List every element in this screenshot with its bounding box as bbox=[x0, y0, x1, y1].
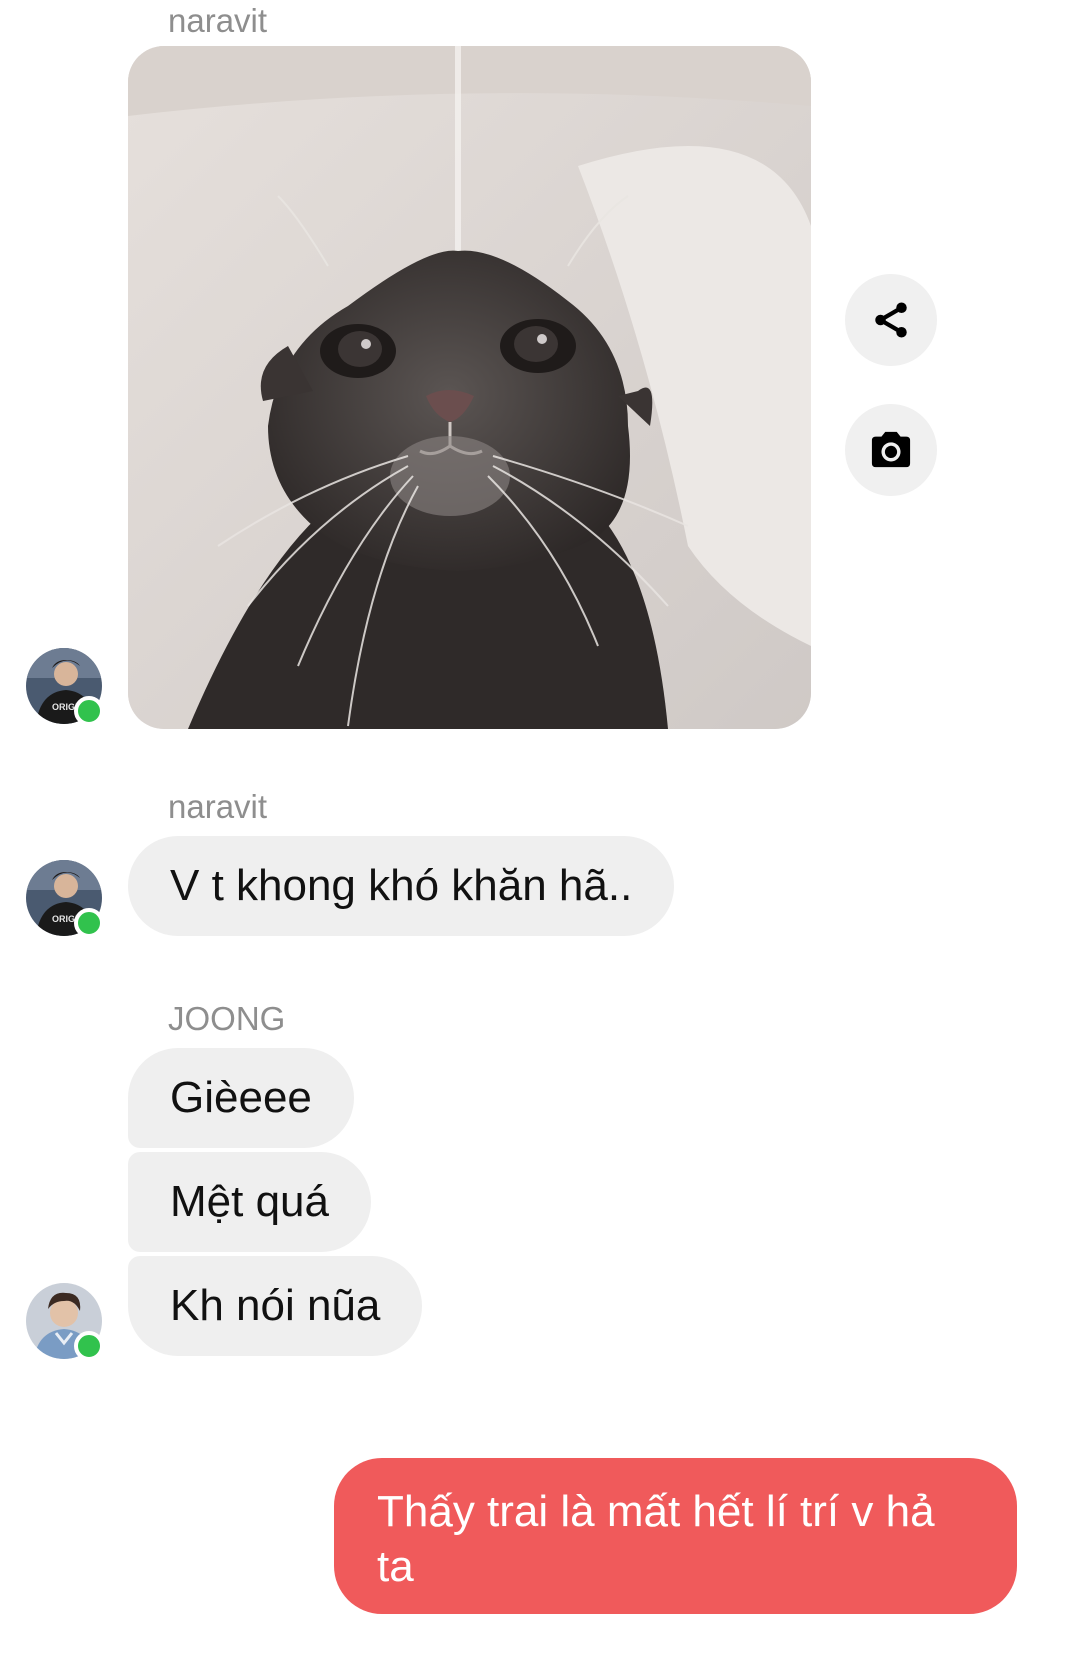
online-indicator bbox=[74, 696, 104, 726]
outgoing-message-bubble[interactable]: Thấy trai là mất hết lí trí v hả ta bbox=[334, 1458, 1017, 1614]
online-indicator bbox=[74, 908, 104, 938]
online-indicator bbox=[74, 1331, 104, 1361]
avatar-naravit[interactable]: ORIGIN bbox=[26, 648, 104, 726]
share-icon bbox=[875, 302, 907, 338]
message-bubble[interactable]: Kh nói nũa bbox=[128, 1256, 423, 1356]
camera-icon bbox=[871, 431, 911, 468]
cat-photo bbox=[128, 46, 811, 729]
camera-button[interactable] bbox=[845, 404, 937, 496]
avatar-joong[interactable] bbox=[26, 1283, 104, 1361]
message-bubble[interactable]: V t khong khó khăn hã.. bbox=[128, 836, 675, 936]
sender-name: naravit bbox=[168, 788, 268, 825]
sender-name: JOONG bbox=[168, 1000, 286, 1037]
share-button[interactable] bbox=[845, 274, 937, 366]
sender-name: naravit bbox=[168, 2, 268, 39]
photo-message[interactable] bbox=[128, 46, 811, 729]
avatar-naravit[interactable]: ORIGIN bbox=[26, 860, 104, 938]
message-bubble[interactable]: Gièeee bbox=[128, 1048, 354, 1148]
message-bubble[interactable]: Mệt quá bbox=[128, 1152, 371, 1252]
